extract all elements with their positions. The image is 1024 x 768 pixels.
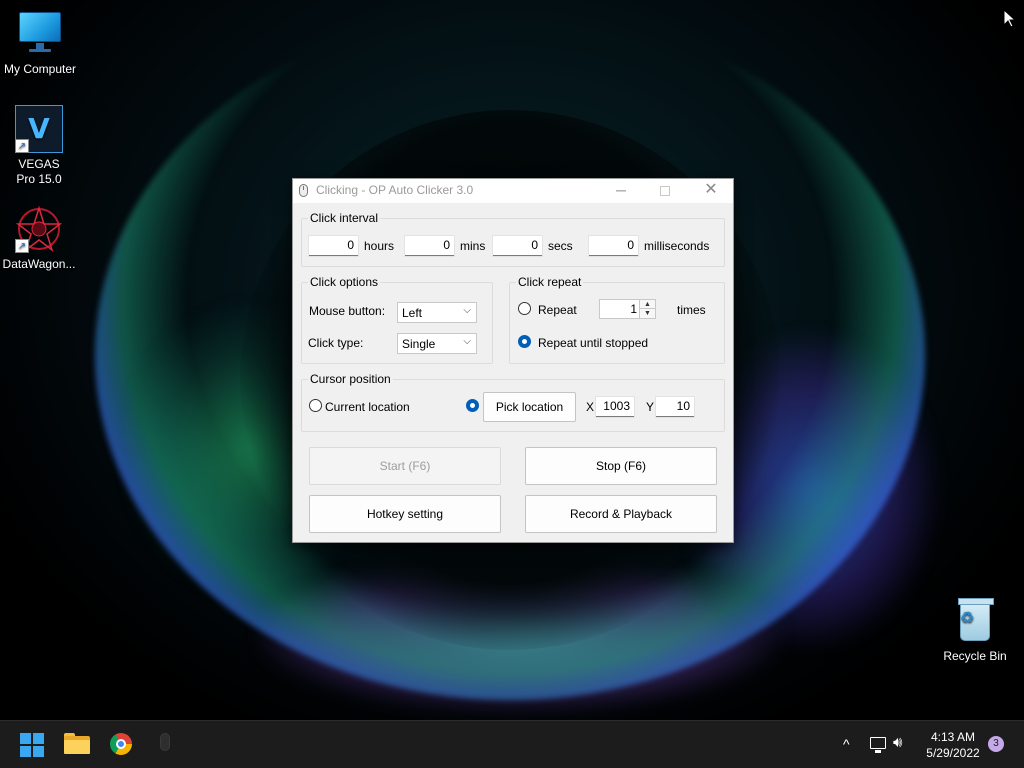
current-location-radio[interactable] (309, 399, 322, 412)
pick-location-radio[interactable] (466, 399, 479, 412)
milliseconds-input[interactable]: 0 (588, 235, 639, 257)
folder-icon (64, 740, 90, 754)
desktop-icon-my-computer[interactable]: My Computer (0, 10, 80, 77)
taskbar-clock[interactable]: 4:13 AM 5/29/2022 (918, 729, 988, 761)
click-type-select[interactable]: Single ⌵ (397, 333, 477, 354)
current-location-label: Current location (325, 400, 410, 414)
shortcut-arrow-icon: ↗ (15, 239, 29, 253)
milliseconds-label: milliseconds (644, 239, 710, 253)
click-options-legend: Click options (308, 275, 381, 289)
desktop-icon-label: Recycle Bin (943, 649, 1007, 663)
title-bar[interactable]: Clicking - OP Auto Clicker 3.0 ─ ✕ (293, 179, 733, 203)
click-type-value: Single (402, 337, 436, 351)
start-button[interactable]: Start (F6) (309, 447, 501, 485)
desktop-icon-label: DataWagon... (2, 257, 76, 271)
click-repeat-legend: Click repeat (516, 275, 584, 289)
repeat-radio[interactable] (518, 302, 531, 315)
vegas-pro-icon: V ↗ (15, 105, 63, 153)
show-hidden-icons-chevron-icon[interactable]: ^ (843, 736, 850, 752)
mouse-pointer-icon (1004, 10, 1016, 28)
op-auto-clicker-window: Clicking - OP Auto Clicker 3.0 ─ ✕ Click… (292, 178, 734, 543)
start-button[interactable] (20, 733, 44, 757)
y-coordinate-input[interactable]: 10 (655, 396, 695, 418)
mouse-button-label: Mouse button: (309, 304, 386, 318)
spin-up-icon[interactable]: ▲ (640, 300, 655, 309)
hours-label: hours (364, 239, 395, 253)
stop-button[interactable]: Stop (F6) (525, 447, 717, 485)
hours-input[interactable]: 0 (308, 235, 359, 257)
window-title: Clicking - OP Auto Clicker 3.0 (316, 183, 474, 197)
mouse-icon (160, 733, 170, 751)
file-explorer-button[interactable] (61, 728, 93, 760)
recycle-bin-icon: ♻ (951, 597, 999, 645)
maximize-button[interactable] (643, 179, 687, 203)
desktop-icon-vegas-pro[interactable]: V ↗ VEGAS Pro 15.0 (0, 105, 78, 187)
mouse-app-icon (299, 184, 308, 197)
monitor-icon (16, 10, 64, 58)
cursor-position-legend: Cursor position (308, 372, 393, 386)
x-coordinate-input[interactable]: 1003 (595, 396, 635, 418)
clock-date: 5/29/2022 (926, 746, 980, 760)
click-type-label: Click type: (308, 336, 364, 350)
mins-label: mins (460, 239, 486, 253)
secs-input[interactable]: 0 (492, 235, 543, 257)
secs-label: secs (548, 239, 573, 253)
desktop-icon-label: My Computer (3, 62, 77, 76)
windows-logo-icon (20, 733, 31, 744)
repeat-until-stopped-radio[interactable] (518, 335, 531, 348)
repeat-label: Repeat (538, 303, 577, 317)
click-interval-group: Click interval 0 hours 0 mins 0 secs 0 m… (301, 211, 725, 267)
chrome-button[interactable] (105, 728, 137, 760)
cursor-position-group: Cursor position Current location Pick lo… (301, 372, 725, 432)
record-playback-button[interactable]: Record & Playback (525, 495, 717, 533)
desktop-icon-recycle-bin[interactable]: ♻ Recycle Bin (935, 597, 1015, 664)
chevron-down-icon: ⌵ (463, 305, 471, 316)
y-label: Y (646, 400, 655, 414)
minimize-button[interactable]: ─ (599, 179, 643, 203)
click-repeat-group: Click repeat Repeat 1 ▲ ▼ times Repeat u… (509, 275, 725, 364)
x-label: X (586, 400, 595, 414)
desktop-icon-label: VEGAS Pro 15.0 (16, 157, 62, 186)
volume-icon[interactable]: 🔊︎ (893, 734, 902, 751)
mouse-button-select[interactable]: Left ⌵ (397, 302, 477, 323)
op-auto-clicker-taskbar-button[interactable] (149, 728, 181, 760)
maximize-icon (660, 186, 670, 197)
network-icon[interactable] (870, 737, 886, 753)
hotkey-setting-button[interactable]: Hotkey setting (309, 495, 501, 533)
desktop-icon-datawagon[interactable]: ↗ DataWagon... (0, 205, 78, 272)
click-interval-legend: Click interval (308, 211, 381, 225)
spin-down-icon[interactable]: ▼ (640, 309, 655, 318)
times-label: times (677, 303, 706, 317)
shortcut-arrow-icon: ↗ (15, 139, 29, 153)
repeat-until-stopped-label: Repeat until stopped (538, 336, 649, 350)
mins-input[interactable]: 0 (404, 235, 455, 257)
clock-time: 4:13 AM (930, 730, 976, 744)
datawagon-icon: ↗ (15, 205, 63, 253)
mouse-button-value: Left (402, 306, 423, 320)
click-options-group: Click options Mouse button: Left ⌵ Click… (301, 275, 493, 364)
notification-badge[interactable]: 3 (988, 736, 1004, 752)
repeat-count-spinner[interactable]: 1 ▲ ▼ (599, 299, 656, 319)
repeat-count-value: 1 (630, 302, 637, 316)
chevron-down-icon: ⌵ (463, 336, 471, 347)
pick-location-button[interactable]: Pick location (483, 392, 576, 422)
close-button[interactable]: ✕ (689, 179, 733, 203)
